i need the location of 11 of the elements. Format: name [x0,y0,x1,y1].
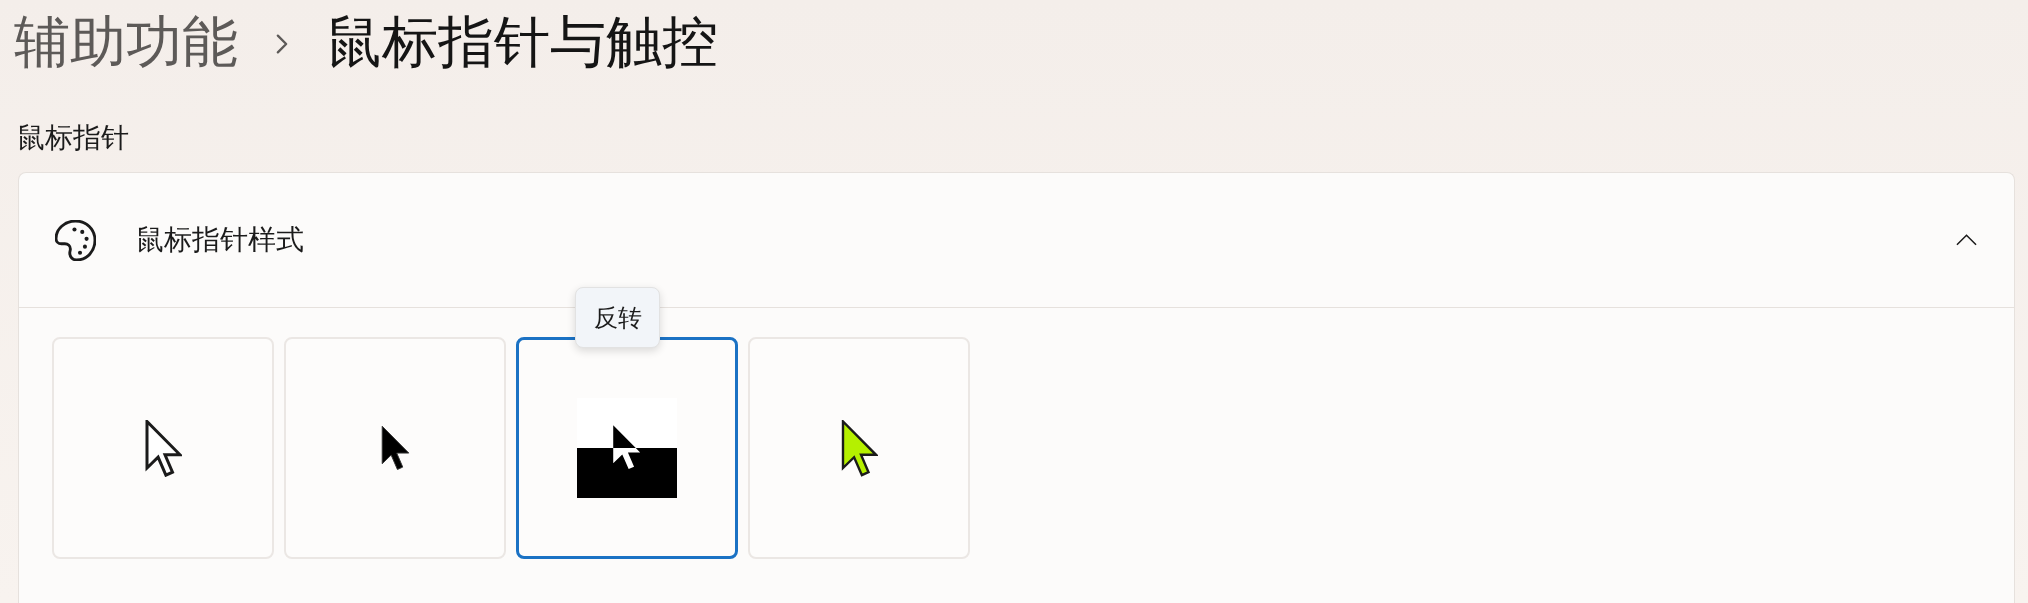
page-title: 鼠标指针与触控 [326,9,718,75]
outlined-pointer-icon [144,419,182,477]
chevron-up-icon[interactable] [1956,234,1977,246]
chevron-right-icon [276,34,288,54]
card-title: 鼠标指针样式 [136,223,304,257]
section-heading: 鼠标指针 [17,121,129,155]
pointer-style-option[interactable] [516,337,738,559]
breadcrumb-link[interactable]: 辅助功能 [14,4,238,80]
filled-pointer-icon [380,425,410,471]
palette-icon [55,219,96,261]
tooltip: 反转 [575,287,660,348]
